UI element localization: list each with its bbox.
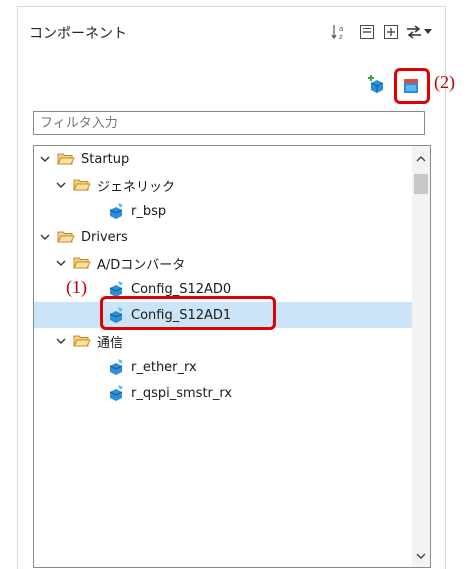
component-icon [107, 203, 125, 219]
filter-input[interactable] [33, 111, 425, 135]
open-folder-icon [73, 333, 91, 349]
open-folder-icon [57, 229, 75, 245]
expand-all-icon[interactable] [381, 22, 401, 42]
open-folder-icon [57, 151, 75, 167]
tree-item-drivers[interactable]: Drivers [34, 224, 419, 250]
tree-item-ad-converter[interactable]: A/Dコンバータ [34, 250, 430, 276]
open-folder-icon [73, 177, 91, 193]
tree-item-label: r_bsp [131, 203, 167, 219]
collapse-all-icon[interactable] [357, 22, 377, 42]
tree-item-label: 通信 [97, 335, 124, 351]
tree-item-label: r_qspi_smstr_rx [131, 385, 233, 401]
sort-az-icon[interactable]: az [330, 22, 350, 42]
tree-item-label: ジェネリック [97, 179, 176, 195]
tree-item-label: Drivers [81, 229, 128, 245]
tree-item-label: r_ether_rx [131, 359, 197, 375]
chevron-down-icon[interactable] [55, 179, 67, 191]
component-tree: Startup ジェネリック r_bsp Drivers A/Dコンバータ Co… [33, 145, 431, 568]
scroll-down-icon[interactable] [412, 547, 430, 565]
tree-item-label: A/Dコンバータ [97, 257, 186, 273]
chevron-down-icon[interactable] [39, 231, 51, 243]
tree-item-r-qspi-smstr-rx[interactable]: r_qspi_smstr_rx [34, 380, 430, 406]
tree-item-generic[interactable]: ジェネリック [34, 172, 430, 198]
link-editor-icon[interactable] [404, 22, 424, 42]
tree-item-communication[interactable]: 通信 [34, 328, 430, 354]
tree-item-startup[interactable]: Startup [34, 146, 419, 172]
svg-text:a: a [339, 25, 343, 33]
tree-item-label: Config_S12AD0 [131, 281, 232, 297]
tree-item-label: Startup [81, 151, 130, 167]
annotation-2: (2) [434, 72, 455, 92]
add-component-icon[interactable] [366, 74, 386, 94]
component-icon [107, 359, 125, 375]
annotation-1: (1) [66, 277, 87, 297]
view-menu-icon[interactable] [422, 22, 434, 42]
panel-title: コンポーネント [29, 26, 127, 42]
open-folder-icon [73, 255, 91, 271]
component-icon [107, 385, 125, 401]
chevron-down-icon[interactable] [55, 257, 67, 269]
component-icon [107, 281, 125, 297]
svg-text:z: z [339, 33, 343, 41]
highlight-box-1 [100, 296, 276, 330]
tree-item-r-ether-rx[interactable]: r_ether_rx [34, 354, 430, 380]
tree-item-r-bsp[interactable]: r_bsp [34, 198, 430, 224]
chevron-down-icon[interactable] [55, 335, 67, 347]
chevron-down-icon[interactable] [39, 153, 51, 165]
component-library-icon[interactable] [401, 76, 421, 96]
